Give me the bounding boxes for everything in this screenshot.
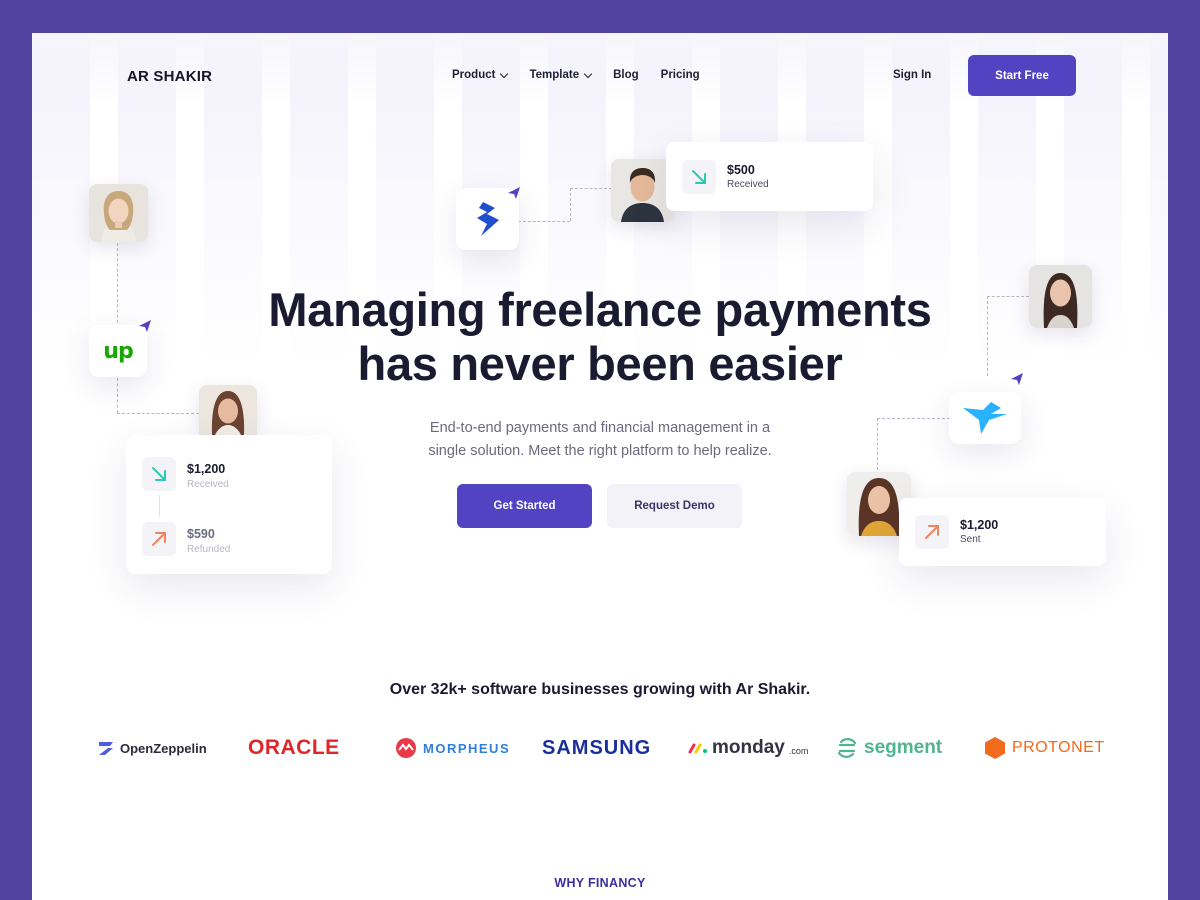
monday-wordmark: monday [712,737,785,758]
chevron-down-icon [500,69,509,78]
transaction-status: Received [187,479,229,490]
transaction-status: Received [727,179,769,190]
transaction-amount: $590 [187,527,215,541]
avatar-woman-brunette [199,385,257,435]
connector-line [518,221,570,222]
connector-line [117,413,199,414]
sign-in-link[interactable]: Sign In [893,69,931,81]
avatar-woman-dark-hair [1029,265,1092,328]
nav-item-template[interactable]: Template [529,69,593,81]
paper-plane-icon [139,320,151,332]
monday-domain-suffix: .com [788,746,809,756]
upwork-logo: up [103,338,133,364]
connector-line [117,378,118,413]
trust-headline: Over 32k+ software businesses growing wi… [389,681,811,698]
avatar-woman-blonde [89,184,148,242]
transactions-card-left: $1,200 Received $590 Refunded [126,435,332,574]
oracle-wordmark: ORACLE [248,736,340,759]
get-started-button[interactable]: Get Started [457,484,592,528]
request-demo-button[interactable]: Request Demo [607,484,742,528]
chevron-down-icon [583,69,593,78]
segment-wordmark: segment [864,737,943,758]
received-arrow-tile [142,457,176,491]
freelancer-bird-icon [963,402,1007,434]
openzeppelin-wordmark: OpenZeppelin [120,740,207,756]
samsung-wordmark: SAMSUNG [542,736,652,759]
nav-item-pricing[interactable]: Pricing [661,69,700,81]
brand-logo[interactable]: AR SHAKIR [127,68,212,85]
morpheus-logo: MORPHEUS [395,733,510,763]
segment-logo: segment [836,733,942,763]
connector-line [570,188,612,189]
nav-item-label: Template [529,69,580,81]
openzeppelin-mark-icon [99,742,113,755]
arrow-down-right-icon [152,467,166,481]
monday-logo: monday .com [688,733,808,763]
paper-plane-icon [508,187,520,199]
received-arrow-tile [682,160,716,194]
toptal-logo-icon [476,202,499,236]
sent-arrow-tile [915,515,949,549]
received-card-top: $500 Received [666,142,873,211]
connector-line [877,418,950,419]
arrow-up-right-icon [925,525,939,539]
connector-line [117,243,118,333]
morpheus-mark-icon [396,738,416,758]
section-label: WHY FINANCY [554,876,646,890]
morpheus-wordmark: MORPHEUS [423,740,511,756]
hero-subtitle: End-to-end payments and financial manage… [392,417,808,463]
openzeppelin-logo: OpenZeppelin [98,733,207,763]
nav-item-label: Blog [613,69,639,81]
nav-item-blog[interactable]: Blog [613,69,639,81]
avatar-man [611,159,674,222]
sent-card-right: $1,200 Sent [899,498,1106,566]
paper-plane-icon [1011,373,1023,385]
transaction-amount: $1,200 [187,462,226,476]
transaction-amount: $1,200 [960,518,999,532]
arrow-up-right-icon [152,532,166,546]
start-free-button[interactable]: Start Free [968,55,1076,96]
hero-subtitle-line: End-to-end payments and financial manage… [429,420,771,436]
landing-page: AR SHAKIR Product Template Blog Pricing … [32,33,1168,900]
nav-item-product[interactable]: Product [452,69,509,81]
nav-item-label: Pricing [660,69,700,81]
protonet-wordmark: PROTONET [1012,739,1105,756]
samsung-logo: SAMSUNG [542,733,651,763]
hero-title: Managing freelance payments has never be… [192,283,1008,391]
protonet-hexagon-icon [985,737,1005,759]
segment-mark-icon [837,738,857,758]
protonet-logo: PROTONET [984,733,1105,763]
main-nav: Product Template Blog Pricing [452,69,700,81]
refunded-arrow-tile [142,522,176,556]
arrow-down-right-icon [692,170,706,184]
transaction-amount: $500 [727,163,755,177]
oracle-logo: ORACLE [248,733,340,763]
freelancer-logo-tile [949,392,1021,444]
hero-title-line: has never been easier [357,337,843,390]
transaction-status: Sent [960,534,981,545]
connector-line [570,188,571,221]
hero-subtitle-line: single solution. Meet the right platform… [428,443,772,459]
brand-logos-row: OpenZeppelin ORACLE MORPHEUS SAMSUNG mon… [98,733,1104,763]
connector-line [877,418,878,470]
monday-mark-icon [688,743,707,754]
hero-title-line: Managing freelance payments [268,283,932,336]
nav-item-label: Product [452,69,496,81]
transaction-status: Refunded [187,544,231,555]
